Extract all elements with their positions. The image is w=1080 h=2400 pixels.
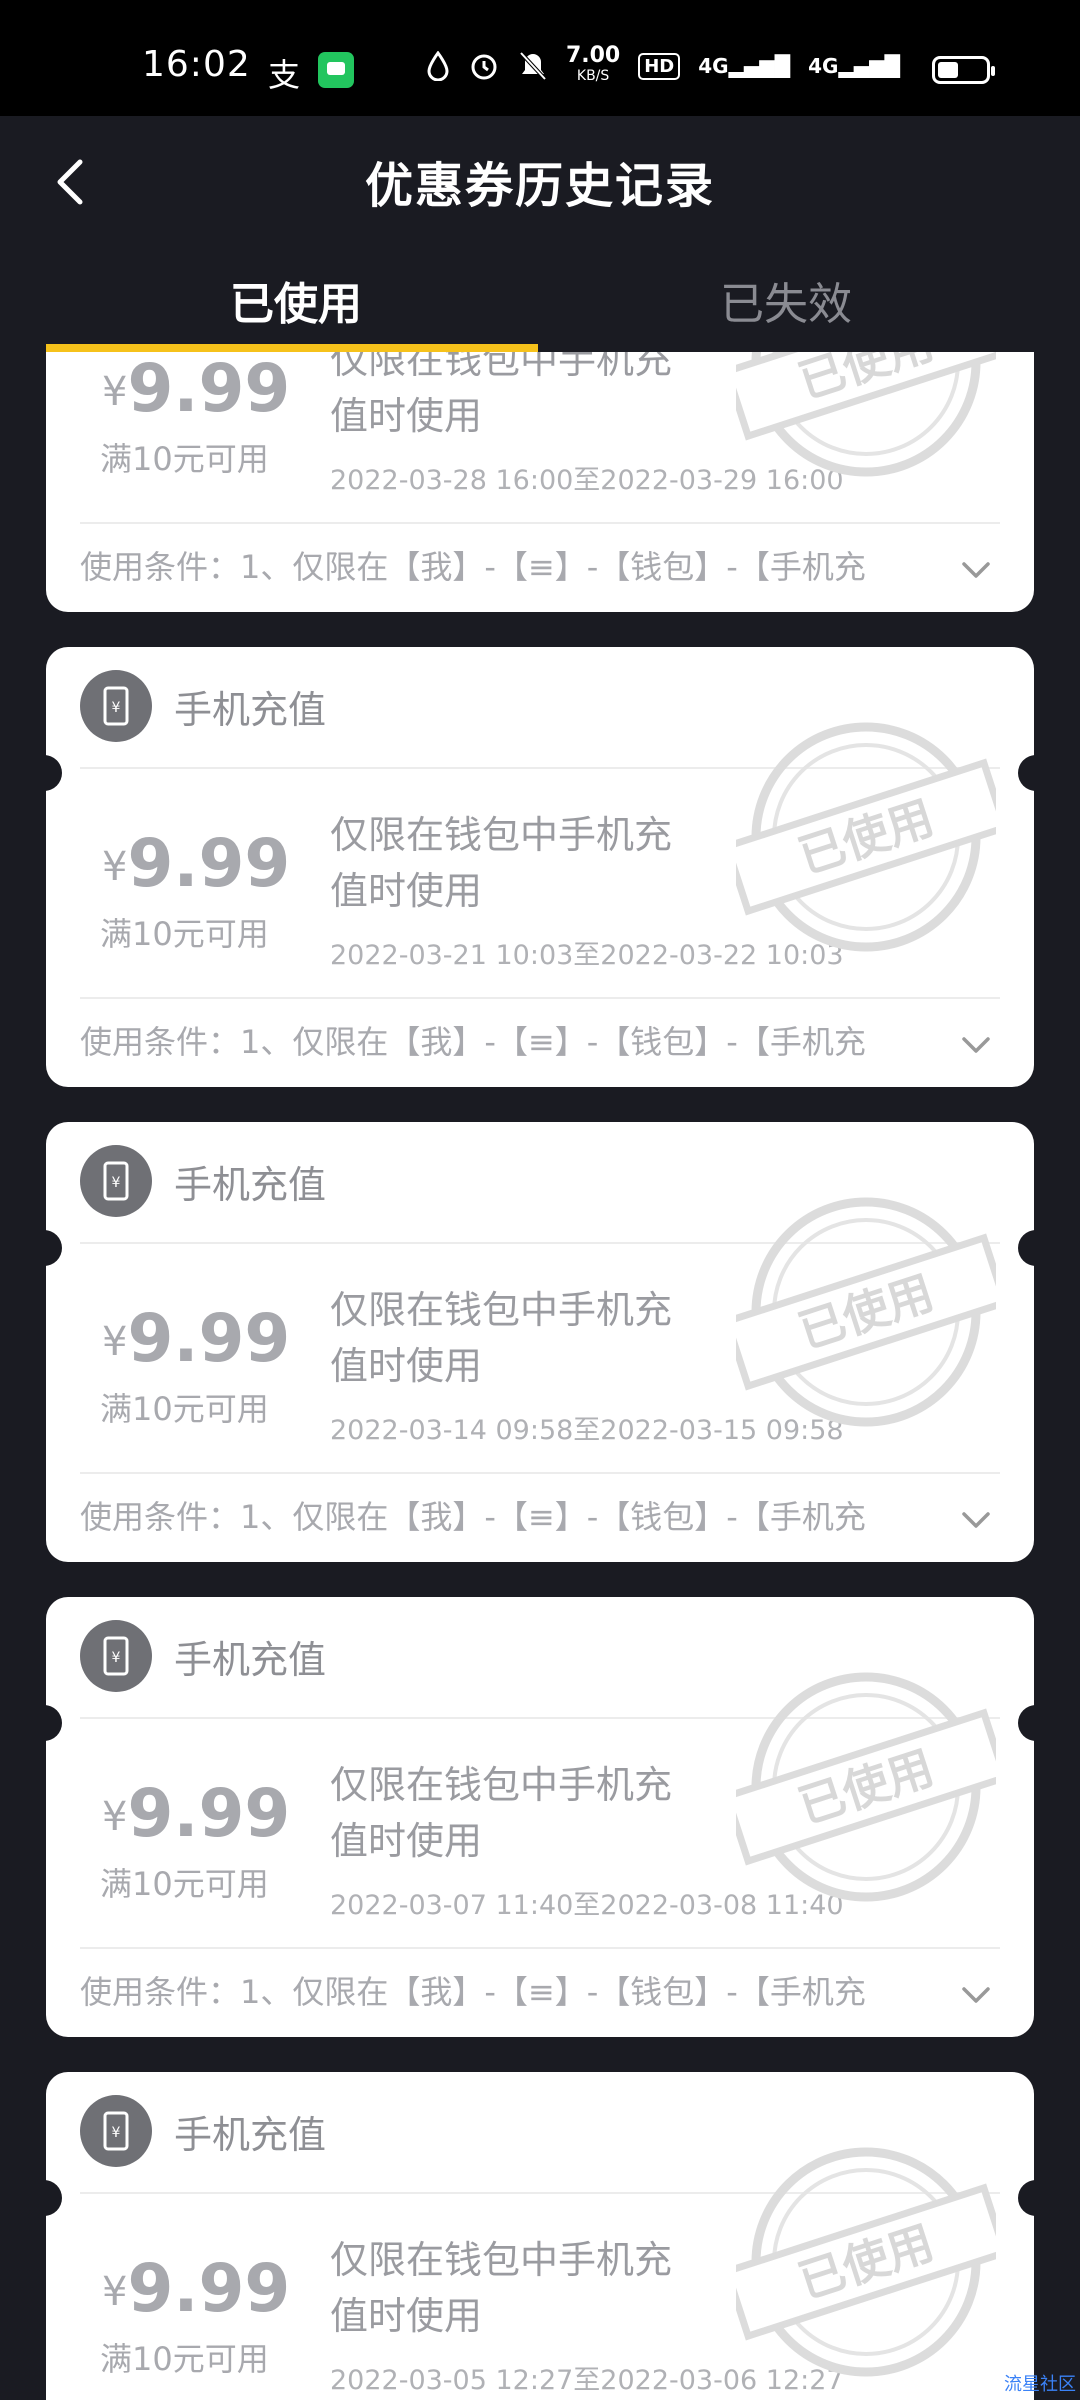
coupon-type: 手机充值 <box>174 1637 327 1682</box>
ticket-notch-left <box>46 755 62 791</box>
signal-icon-1: 4G▂▄▆█ <box>698 54 791 78</box>
coupon-header: ¥ 手机充值 <box>80 669 326 743</box>
used-stamp-icon: 已使用 <box>736 722 996 952</box>
coupon-header: ¥ 手机充值 <box>80 2094 326 2168</box>
chevron-down-icon[interactable] <box>956 1500 996 1540</box>
coupon-amount: ¥9.99 <box>102 1775 291 1852</box>
ticket-notch-left <box>46 1705 62 1741</box>
coupon-min-spend: 满10元可用 <box>100 915 269 953</box>
tab-used[interactable]: 已使用 <box>230 268 362 332</box>
coupon-card[interactable]: ¥ 手机充值 ¥9.99 满10元可用 仅限在钱包中手机充值时使用 2022-0… <box>46 1122 1034 1562</box>
coupon-min-spend: 满10元可用 <box>100 1865 269 1903</box>
coupon-type: 手机充值 <box>174 2112 327 2157</box>
svg-text:¥: ¥ <box>112 700 121 716</box>
ticket-notch-right <box>1018 1705 1034 1741</box>
coupon-description: 仅限在钱包中手机充 值时使用 <box>330 1763 673 1863</box>
page-title: 优惠券历史记录 <box>364 158 715 214</box>
coupon-amount: ¥9.99 <box>102 352 291 427</box>
status-time: 16:02 <box>142 44 251 85</box>
phone-recharge-icon: ¥ <box>80 1620 152 1692</box>
app-header: 优惠券历史记录 <box>0 116 1080 240</box>
chevron-down-icon[interactable] <box>956 1025 996 1065</box>
coupon-type: 手机充值 <box>174 1162 327 1207</box>
data-saver-icon <box>427 51 449 81</box>
chevron-down-icon[interactable] <box>956 1975 996 2015</box>
coupon-list[interactable]: ¥9.99 满10元可用 仅限在钱包中手机充 值时使用 2022-03-28 1… <box>0 352 1080 2400</box>
coupon-min-spend: 满10元可用 <box>100 1390 269 1428</box>
coupon-header: ¥ 手机充值 <box>80 1144 326 1218</box>
svg-text:¥: ¥ <box>112 1650 121 1666</box>
network-speed: 7.00 KB/S <box>565 43 621 85</box>
coupon-description: 仅限在钱包中手机充 值时使用 <box>330 1288 673 1388</box>
used-stamp-icon: 已使用 <box>736 2147 996 2377</box>
phone-recharge-icon: ¥ <box>80 670 152 742</box>
coupon-card[interactable]: ¥ 手机充值 ¥9.99 满10元可用 仅限在钱包中手机充值时使用 2022-0… <box>46 1597 1034 2037</box>
coupon-divider <box>80 1472 1000 1474</box>
tab-expired[interactable]: 已失效 <box>720 268 852 332</box>
ticket-notch-right <box>1018 2180 1034 2216</box>
ticket-notch-right <box>1018 1230 1034 1266</box>
active-tab-indicator <box>46 344 538 352</box>
status-bar: 16:02 支 7.00 KB/S HD 4G▂▄▆█ 4G▂▄▆█ <box>0 0 1080 116</box>
status-icons: 7.00 KB/S HD 4G▂▄▆█ 4G▂▄▆█ <box>426 43 900 86</box>
used-stamp-icon: 已使用 <box>736 352 996 477</box>
coupon-divider <box>80 997 1000 999</box>
mute-icon <box>519 51 547 81</box>
alarm-icon <box>471 54 497 80</box>
coupon-type: 手机充值 <box>174 687 327 732</box>
coupon-conditions: 使用条件：1、仅限在【我】-【≡】-【钱包】-【手机充 <box>80 1973 866 2011</box>
watermark: 流星社区 <box>1004 2374 1076 2395</box>
signal-icon-2: 4G▂▄▆█ <box>808 54 900 78</box>
coupon-divider <box>80 522 1000 524</box>
svg-text:¥: ¥ <box>112 2125 121 2141</box>
hd-badge: HD <box>638 52 681 80</box>
ticket-notch-right <box>1018 755 1034 791</box>
battery-icon <box>932 56 995 84</box>
tab-bar: 已使用 已失效 <box>0 240 1080 352</box>
coupon-header: ¥ 手机充值 <box>80 1619 326 1693</box>
alipay-notification-icon: 支 <box>268 56 301 94</box>
coupon-card[interactable]: ¥ 手机充值 ¥9.99 满10元可用 仅限在钱包中手机充值时使用 2022-0… <box>46 647 1034 1087</box>
phone-recharge-icon: ¥ <box>80 2095 152 2167</box>
message-notification-icon <box>318 52 354 88</box>
coupon-card[interactable]: ¥ 手机充值 ¥9.99 满10元可用 仅限在钱包中手机充值时使用 2022-0… <box>46 2072 1034 2400</box>
coupon-min-spend: 满10元可用 <box>100 440 269 478</box>
coupon-divider <box>80 1947 1000 1949</box>
phone-recharge-icon: ¥ <box>80 1145 152 1217</box>
coupon-amount: ¥9.99 <box>102 2250 291 2327</box>
coupon-description: 仅限在钱包中手机充 值时使用 <box>330 813 673 913</box>
used-stamp-icon: 已使用 <box>736 1672 996 1902</box>
coupon-amount: ¥9.99 <box>102 825 291 902</box>
svg-text:¥: ¥ <box>112 1175 121 1191</box>
coupon-description: 仅限在钱包中手机充 值时使用 <box>330 352 673 438</box>
coupon-conditions: 使用条件：1、仅限在【我】-【≡】-【钱包】-【手机充 <box>80 1498 866 1536</box>
chevron-down-icon[interactable] <box>956 550 996 590</box>
coupon-card[interactable]: ¥ 手机充值 ¥9.99 满10元可用 仅限在钱包中手机充值时使用 2022-0… <box>46 352 1034 612</box>
coupon-description: 仅限在钱包中手机充 值时使用 <box>330 2238 673 2338</box>
ticket-notch-left <box>46 1230 62 1266</box>
coupon-amount: ¥9.99 <box>102 1300 291 1377</box>
ticket-notch-left <box>46 2180 62 2216</box>
coupon-conditions: 使用条件：1、仅限在【我】-【≡】-【钱包】-【手机充 <box>80 1023 866 1061</box>
coupon-min-spend: 满10元可用 <box>100 2340 269 2378</box>
coupon-conditions: 使用条件：1、仅限在【我】-【≡】-【钱包】-【手机充 <box>80 548 866 586</box>
used-stamp-icon: 已使用 <box>736 1197 996 1427</box>
